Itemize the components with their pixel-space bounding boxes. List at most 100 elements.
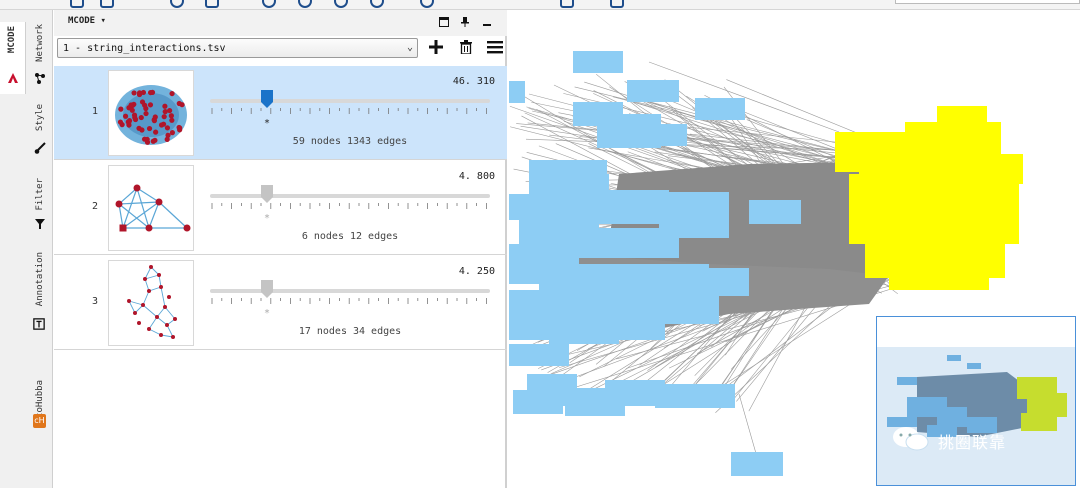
network-icon bbox=[35, 73, 45, 84]
slider-handle[interactable] bbox=[261, 90, 273, 108]
cluster-thumbnail bbox=[108, 70, 194, 156]
cluster-node bbox=[144, 139, 151, 145]
node-score-cutoff-slider[interactable] bbox=[210, 194, 490, 198]
cutoff-marker: * bbox=[264, 118, 271, 129]
cluster-node bbox=[139, 99, 146, 105]
cluster-1-graph bbox=[115, 85, 187, 145]
cluster-node bbox=[161, 114, 167, 120]
cluster-node bbox=[177, 127, 183, 133]
cluster-node bbox=[167, 107, 173, 114]
cluster-rank: 2 bbox=[92, 201, 99, 212]
slider-handle[interactable] bbox=[261, 185, 273, 203]
cluster-node bbox=[138, 114, 144, 121]
cluster-node bbox=[152, 137, 158, 143]
cluster-node bbox=[122, 113, 129, 119]
refresh-icon[interactable] bbox=[420, 0, 434, 8]
cluster-node bbox=[169, 130, 175, 136]
chevron-down-icon: ⌄ bbox=[406, 42, 413, 53]
overview-graph bbox=[877, 347, 1075, 485]
cluster-node bbox=[139, 127, 145, 133]
annotation-icon bbox=[33, 318, 45, 330]
cluster-node bbox=[143, 110, 149, 117]
zoom-selected-icon[interactable] bbox=[370, 0, 384, 8]
tab-mcode-label: MCODE bbox=[7, 26, 17, 54]
cluster-node bbox=[158, 122, 165, 128]
cluster-3-graph bbox=[127, 265, 177, 339]
cluster-node bbox=[162, 109, 168, 115]
pin-icon bbox=[461, 17, 469, 27]
cluster-node bbox=[153, 129, 159, 135]
main-toolbar bbox=[0, 0, 1080, 10]
cluster-node bbox=[164, 125, 171, 131]
home-icon[interactable] bbox=[560, 0, 574, 8]
cluster-node bbox=[140, 89, 147, 96]
node-score-cutoff-slider[interactable] bbox=[210, 99, 490, 103]
cutoff-marker: * bbox=[264, 308, 271, 319]
filter-icon bbox=[35, 219, 45, 229]
float-panel-button[interactable] bbox=[439, 17, 449, 27]
tab-network-label: Network bbox=[35, 24, 45, 62]
mcode-panel: MCODE ▾ 1 - string_interactions.tsv ⌄ 1 … bbox=[54, 10, 507, 488]
tab-annotation-label: Annotation bbox=[35, 252, 45, 307]
delete-button[interactable] bbox=[458, 40, 474, 56]
cluster-thumbnail bbox=[108, 165, 194, 251]
network-select-value: 1 - string_interactions.tsv bbox=[63, 43, 226, 54]
cluster-score: 46. 310 bbox=[452, 76, 495, 87]
cytohubba-icon: cH bbox=[33, 414, 46, 428]
cluster-rank: 1 bbox=[92, 106, 99, 117]
pin-button[interactable] bbox=[460, 17, 470, 27]
cluster-node bbox=[147, 89, 154, 96]
cluster-node bbox=[146, 125, 153, 132]
save-icon[interactable] bbox=[100, 0, 114, 8]
mcode-icon bbox=[8, 73, 18, 83]
share-icon[interactable] bbox=[170, 0, 184, 8]
cluster-node bbox=[165, 132, 171, 138]
brush-icon bbox=[34, 142, 46, 154]
minimize-icon bbox=[483, 24, 491, 26]
node-score-cutoff-slider[interactable] bbox=[210, 289, 490, 293]
wechat-icon bbox=[893, 427, 929, 451]
slider-ticks bbox=[211, 203, 487, 209]
table-icon[interactable] bbox=[205, 0, 219, 8]
cluster-node bbox=[162, 103, 168, 109]
cluster-row[interactable]: 3 4. 250 * 17 nodes 34 edges bbox=[54, 256, 507, 350]
add-button[interactable] bbox=[428, 40, 444, 56]
zoom-fit-icon[interactable] bbox=[334, 0, 348, 8]
hamburger-menu-icon bbox=[487, 41, 503, 54]
watermark-text: 挑圈联靠 bbox=[938, 433, 1007, 452]
cluster-row[interactable]: 2 4. 800 * 6 nodes 12 edges bbox=[54, 161, 507, 255]
network-overview[interactable] bbox=[876, 316, 1076, 486]
cluster-node bbox=[176, 100, 182, 107]
panel-title[interactable]: MCODE ▾ bbox=[68, 16, 106, 26]
cluster-node bbox=[132, 114, 138, 121]
slider-handle[interactable] bbox=[261, 280, 273, 298]
cluster-node bbox=[169, 117, 175, 123]
tab-mcode[interactable]: MCODE bbox=[0, 22, 26, 94]
window-icon bbox=[439, 17, 449, 27]
cytoscape-window: MCODE Network Style Filter Annotation cy… bbox=[0, 0, 1080, 488]
minimize-button[interactable] bbox=[482, 17, 492, 27]
cluster-size-info: 17 nodes 34 edges bbox=[298, 326, 402, 337]
zoom-in-icon[interactable] bbox=[262, 0, 276, 8]
plus-icon bbox=[429, 40, 443, 54]
cluster-size-info: 6 nodes 12 edges bbox=[301, 231, 399, 242]
slider-ticks bbox=[211, 108, 487, 114]
network-select[interactable]: 1 - string_interactions.tsv ⌄ bbox=[57, 38, 418, 58]
panel-header: MCODE ▾ bbox=[54, 10, 507, 36]
search-input[interactable] bbox=[895, 0, 1080, 4]
trash-icon bbox=[460, 40, 472, 55]
slider-ticks bbox=[211, 298, 487, 304]
cluster-row[interactable]: 1 46. 310 * 59 nodes 1343 edges bbox=[54, 66, 507, 160]
cluster-node bbox=[152, 114, 158, 120]
cluster-thumbnail bbox=[108, 260, 194, 346]
cluster-node bbox=[129, 107, 135, 113]
tab-style-label: Style bbox=[35, 104, 45, 132]
zoom-out-icon[interactable] bbox=[298, 0, 312, 8]
cutoff-marker: * bbox=[264, 213, 271, 224]
export-icon[interactable] bbox=[610, 0, 624, 8]
cluster-score: 4. 800 bbox=[458, 171, 495, 182]
options-menu-button[interactable] bbox=[487, 40, 503, 56]
import-network-icon[interactable] bbox=[70, 0, 84, 8]
cluster-node bbox=[118, 106, 124, 112]
cluster-score: 4. 250 bbox=[458, 266, 495, 277]
